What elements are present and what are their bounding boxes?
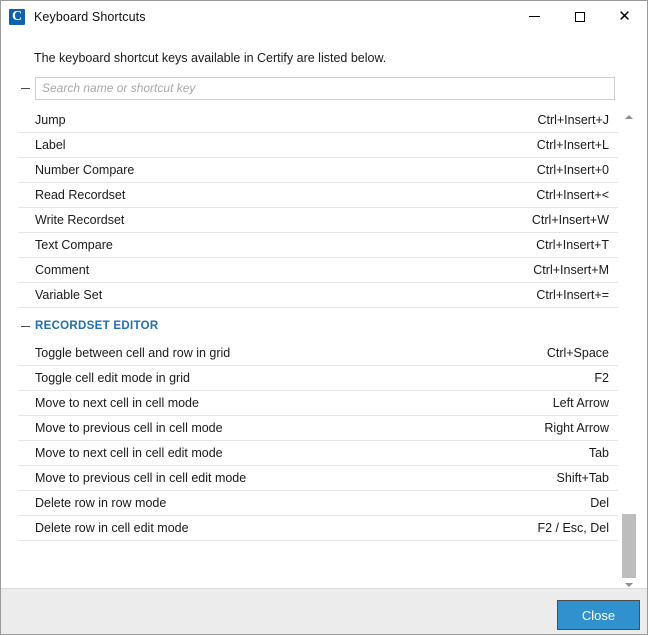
shortcut-name: Variable Set	[35, 288, 103, 302]
minus-icon	[20, 325, 30, 327]
certify-app-icon: C	[9, 8, 25, 25]
maximize-icon	[574, 11, 585, 22]
description-text: The keyboard shortcut keys available in …	[34, 51, 387, 65]
shortcut-row[interactable]: Read Recordset Ctrl+Insert+<	[18, 183, 618, 208]
shortcut-keys: Ctrl+Space	[546, 346, 609, 360]
shortcut-keys: Ctrl+Insert+W	[531, 213, 609, 227]
scroll-up-arrow[interactable]	[621, 108, 637, 125]
vertical-scrollbar[interactable]	[621, 108, 637, 593]
shortcut-keys: Ctrl+Insert+L	[536, 138, 609, 152]
close-icon: ✕	[618, 7, 631, 25]
shortcut-keys: Ctrl+Insert+T	[536, 238, 609, 252]
minus-icon	[20, 87, 30, 89]
dialog-footer: Close	[1, 588, 647, 634]
shortcut-list: Jump Ctrl+Insert+J Label Ctrl+Insert+L Numbe…	[18, 108, 622, 593]
minimize-icon	[529, 16, 540, 17]
shortcut-row[interactable]: Move to previous cell in cell edit mode S…	[18, 466, 618, 491]
shortcut-keys: Tab	[588, 446, 609, 460]
shortcut-row[interactable]: Toggle between cell and row in grid Ctrl+…	[18, 341, 618, 366]
section-collapse-toggle[interactable]	[18, 319, 32, 333]
shortcut-row[interactable]: Toggle cell edit mode in grid F2	[18, 366, 618, 391]
shortcut-keys: Del	[590, 496, 609, 510]
title-bar: C Keyboard Shortcuts ✕	[1, 1, 647, 32]
shortcut-row[interactable]: Comment Ctrl+Insert+M	[18, 258, 618, 283]
shortcut-keys: Left Arrow	[552, 396, 609, 410]
shortcut-name: Move to next cell in cell mode	[35, 396, 199, 410]
shortcut-keys: Ctrl+Insert+<	[536, 188, 609, 202]
chevron-up-icon	[625, 114, 633, 119]
shortcut-keys: Ctrl+Insert+=	[536, 288, 609, 302]
shortcut-keys: Ctrl+Insert+M	[533, 263, 609, 277]
shortcut-name: Text Compare	[35, 238, 113, 252]
shortcut-name: Move to next cell in cell edit mode	[35, 446, 223, 460]
shortcut-name: Write Recordset	[35, 213, 125, 227]
scrollbar-track[interactable]	[621, 125, 637, 578]
shortcut-name: Label	[35, 138, 66, 152]
shortcut-row[interactable]: Label Ctrl+Insert+L	[18, 133, 618, 158]
shortcut-list-inner: Jump Ctrl+Insert+J Label Ctrl+Insert+L Numbe…	[18, 108, 618, 541]
keyboard-shortcuts-dialog: C Keyboard Shortcuts ✕ The keyboard shor…	[0, 0, 648, 635]
window-title: Keyboard Shortcuts	[34, 9, 146, 24]
section-header-label: RECORDSET EDITOR	[35, 320, 159, 332]
search-input[interactable]	[35, 76, 615, 100]
shortcut-name: Comment	[35, 263, 90, 277]
maximize-button[interactable]	[557, 1, 602, 32]
collapse-all-toggle[interactable]	[18, 81, 32, 95]
shortcut-keys: F2	[594, 371, 609, 385]
chevron-down-icon	[625, 582, 633, 587]
shortcut-name: Delete row in cell edit mode	[35, 521, 189, 535]
shortcut-keys: Ctrl+Insert+J	[537, 113, 609, 127]
shortcut-name: Number Compare	[35, 163, 135, 177]
minimize-button[interactable]	[512, 1, 557, 32]
close-window-button[interactable]: ✕	[602, 1, 647, 32]
shortcut-row[interactable]: Text Compare Ctrl+Insert+T	[18, 233, 618, 258]
shortcut-row[interactable]: Write Recordset Ctrl+Insert+W	[18, 208, 618, 233]
window-controls: ✕	[512, 1, 647, 32]
shortcut-keys: F2 / Esc, Del	[537, 521, 609, 535]
scrollbar-thumb[interactable]	[622, 514, 636, 578]
app-icon-letter: C	[11, 8, 23, 24]
shortcut-row[interactable]: Jump Ctrl+Insert+J	[18, 108, 618, 133]
shortcut-name: Move to previous cell in cell mode	[35, 421, 223, 435]
close-button[interactable]: Close	[557, 600, 640, 630]
shortcut-name: Delete row in row mode	[35, 496, 167, 510]
shortcut-row[interactable]: Number Compare Ctrl+Insert+0	[18, 158, 618, 183]
shortcut-row[interactable]: Delete row in cell edit mode F2 / Esc, De…	[18, 516, 618, 541]
shortcut-row[interactable]: Move to next cell in cell mode Left Arrow	[18, 391, 618, 416]
shortcut-row[interactable]: Move to next cell in cell edit mode Tab	[18, 441, 618, 466]
dialog-content: The keyboard shortcut keys available in …	[1, 32, 647, 593]
shortcut-name: Move to previous cell in cell edit mode	[35, 471, 247, 485]
shortcut-row[interactable]: Move to previous cell in cell mode Right …	[18, 416, 618, 441]
shortcut-keys: Shift+Tab	[556, 471, 609, 485]
shortcut-name: Toggle between cell and row in grid	[35, 346, 231, 360]
search-row	[18, 76, 622, 100]
shortcut-row[interactable]: Variable Set Ctrl+Insert+=	[18, 283, 618, 308]
shortcut-keys: Right Arrow	[544, 421, 609, 435]
section-header-recordset-editor[interactable]: RECORDSET EDITOR	[18, 311, 618, 341]
shortcut-row[interactable]: Delete row in row mode Del	[18, 491, 618, 516]
shortcut-name: Read Recordset	[35, 188, 126, 202]
shortcut-name: Jump	[35, 113, 66, 127]
shortcut-name: Toggle cell edit mode in grid	[35, 371, 190, 385]
shortcut-keys: Ctrl+Insert+0	[536, 163, 609, 177]
